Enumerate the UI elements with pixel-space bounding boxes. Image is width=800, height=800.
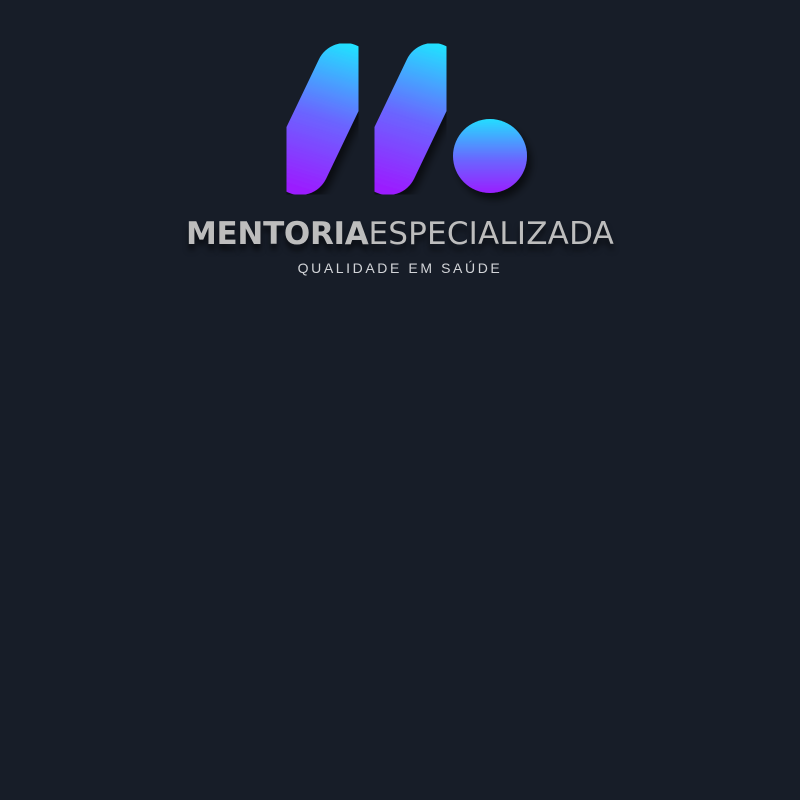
tagline: QUALIDADE EM SAÚDE	[297, 260, 503, 276]
logo-bar-right	[359, 43, 462, 195]
logo-canvas: MENTORIAESPECIALIZADA QUALIDADE EM SAÚDE	[0, 0, 800, 800]
brand-name-bold: MENTORIA	[186, 216, 369, 252]
brand-name-light: ESPECIALIZADA	[368, 216, 614, 252]
logo-mark-icon	[271, 43, 527, 195]
logo-dot	[453, 119, 527, 193]
logo-bar-left	[271, 43, 374, 195]
brand-name: MENTORIAESPECIALIZADA	[0, 214, 800, 254]
